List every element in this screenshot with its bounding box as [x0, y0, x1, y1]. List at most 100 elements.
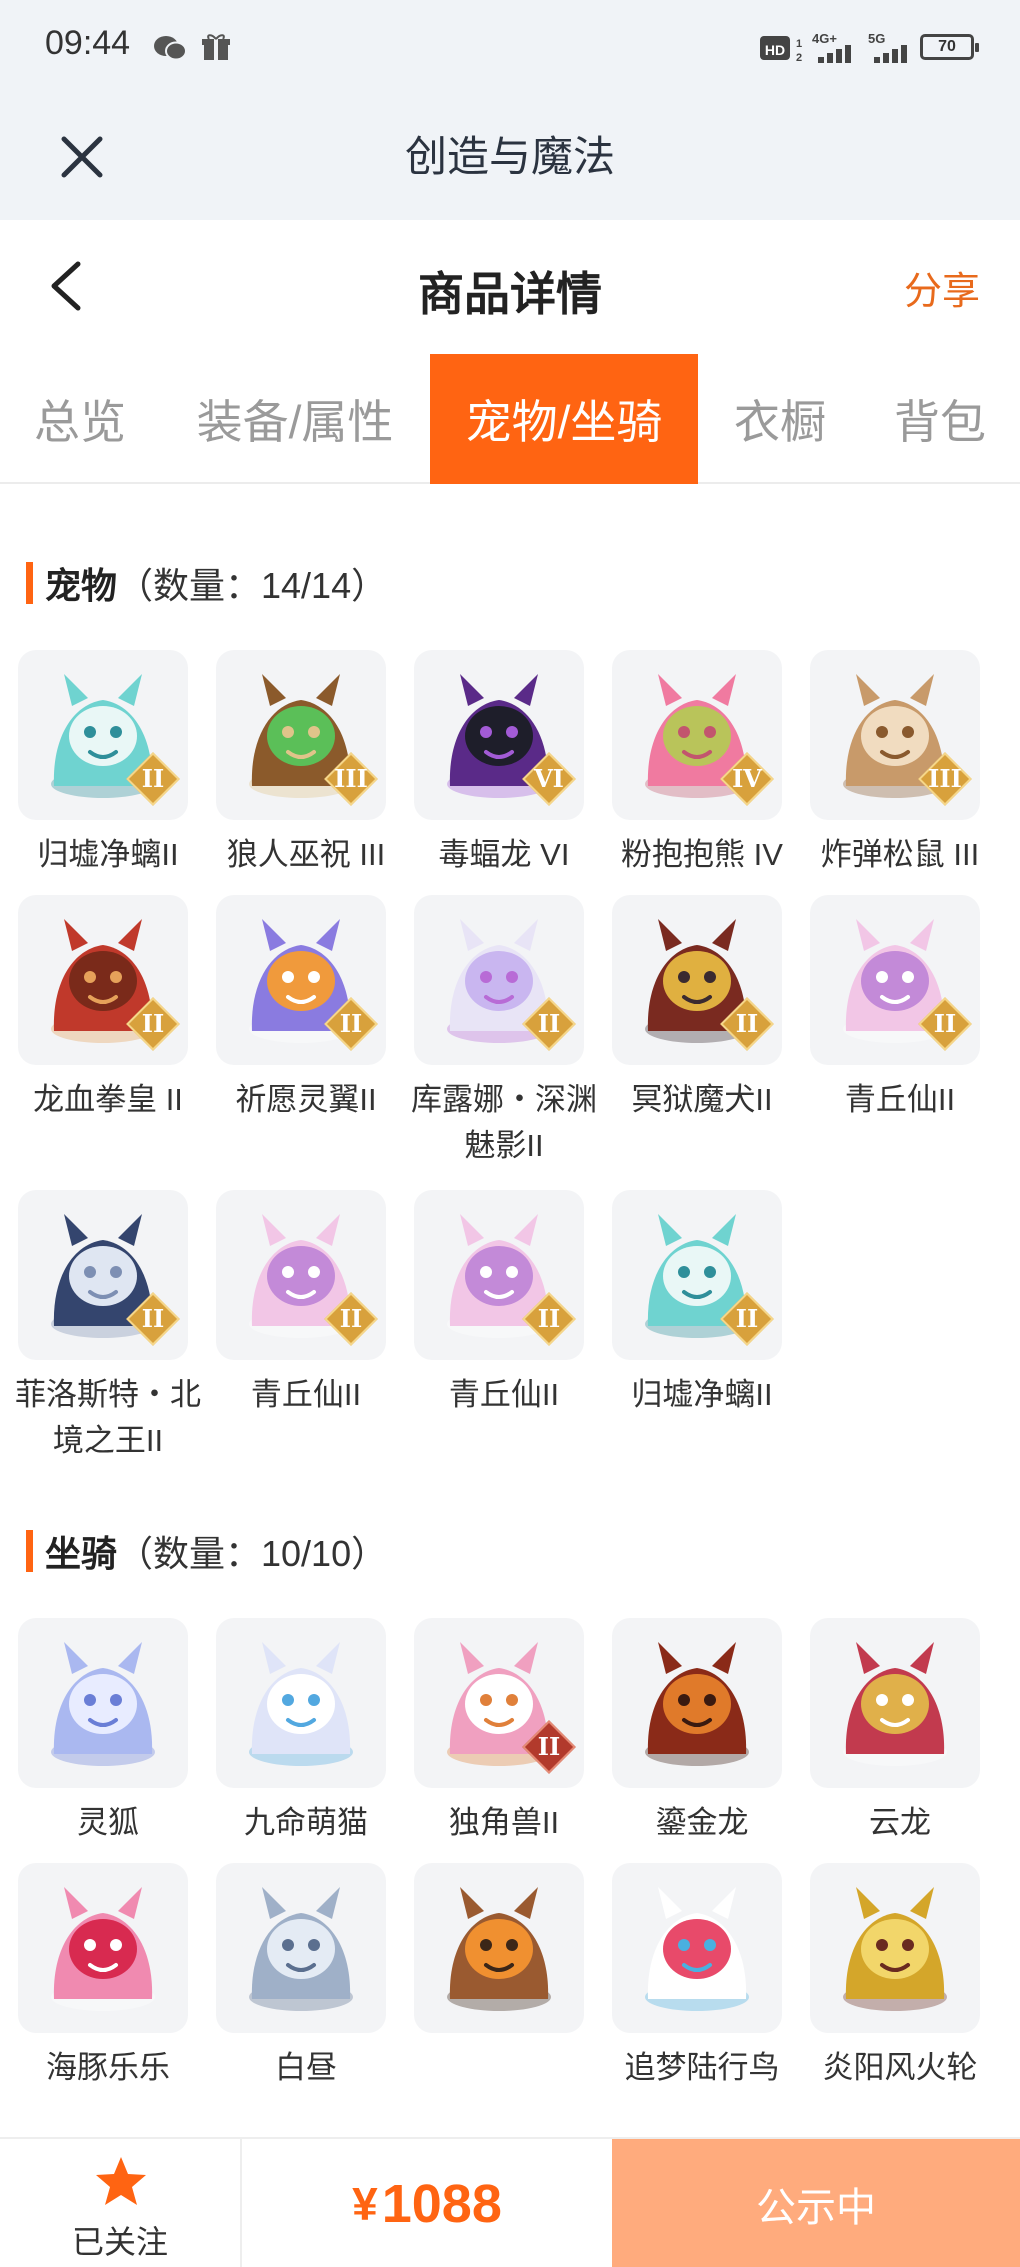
item-name: 鎏金龙: [655, 1805, 749, 1840]
item-thumbnail[interactable]: VI: [414, 650, 584, 820]
status-time: 09:44: [45, 24, 131, 62]
tier-label: VI: [534, 764, 564, 793]
mounts-count: （数量：10/10）: [117, 1533, 388, 1574]
tier-label: II: [735, 1009, 759, 1038]
item-thumbnail[interactable]: II: [414, 1190, 584, 1360]
item-thumbnail[interactable]: [810, 1863, 980, 2033]
item-name: 青丘仙II: [250, 1377, 362, 1412]
item-name: 灵狐: [77, 1805, 139, 1840]
item-thumbnail[interactable]: II: [216, 895, 386, 1065]
svg-text:4G+: 4G+: [812, 31, 837, 46]
item-thumbnail[interactable]: [216, 1863, 386, 2033]
pets-title: 宠物: [45, 565, 118, 606]
tab-bar: 总览 装备/属性 宠物/坐骑 衣橱 背包: [0, 354, 1020, 484]
tier-label: II: [141, 1009, 165, 1038]
tier-label: II: [141, 1304, 165, 1333]
gift-icon: [198, 30, 234, 66]
tier-badge: III: [918, 752, 972, 806]
tier-label: IV: [732, 764, 762, 793]
item-thumbnail[interactable]: [612, 1618, 782, 1788]
currency-symbol: ¥: [352, 2178, 378, 2230]
tier-label: II: [537, 1009, 561, 1038]
item-name: 菲洛斯特・北境之王II: [15, 1377, 201, 1458]
item-thumbnail[interactable]: III: [216, 650, 386, 820]
tier-label: II: [735, 1304, 759, 1333]
tab-equipment[interactable]: 装备/属性: [170, 354, 420, 484]
follow-label: 已关注: [71, 2224, 168, 2260]
tier-label: II: [933, 1009, 957, 1038]
item-name: 毒蝠龙 VI: [438, 837, 570, 872]
item-name: 冥狱魔犬II: [631, 1082, 773, 1117]
mounts-title: 坐骑: [45, 1533, 118, 1574]
creature-image: [843, 1887, 947, 2011]
item-name: 狼人巫祝 III: [226, 837, 386, 872]
item-name: 独角兽II: [448, 1805, 560, 1840]
tier-badge: II: [720, 997, 774, 1051]
item-name: 追梦陆行鸟: [624, 2050, 780, 2085]
public-status-button[interactable]: 公示中: [612, 2139, 1020, 2267]
item-thumbnail[interactable]: II: [216, 1190, 386, 1360]
pets-section-title: 宠物 （数量：14/14）: [26, 558, 387, 608]
tab-wardrobe[interactable]: 衣橱: [700, 354, 860, 484]
tier-label: III: [334, 764, 368, 793]
bottom-bar: 已关注 ¥ 1088 公示中: [0, 2137, 1020, 2267]
item-thumbnail[interactable]: II: [414, 895, 584, 1065]
tier-badge: II: [126, 752, 180, 806]
item-thumbnail[interactable]: IV: [612, 650, 782, 820]
item-thumbnail[interactable]: [18, 1618, 188, 1788]
tab-overview[interactable]: 总览: [0, 354, 160, 484]
item-thumbnail[interactable]: II: [612, 1190, 782, 1360]
share-button[interactable]: 分享: [904, 260, 980, 315]
item-thumbnail[interactable]: II: [18, 895, 188, 1065]
price-value: 1088: [381, 2174, 502, 2234]
tier-badge: II: [522, 1292, 576, 1346]
tier-label: II: [537, 1732, 561, 1761]
item-name: 粉抱抱熊 IV: [621, 837, 783, 872]
mounts-section-title: 坐骑 （数量：10/10）: [26, 1526, 387, 1576]
item-name: 青丘仙II: [844, 1082, 956, 1117]
item-thumbnail[interactable]: [612, 1863, 782, 2033]
tier-label: II: [339, 1304, 363, 1333]
creature-image: [51, 1642, 155, 1766]
item-name: 祈愿灵翼II: [235, 1082, 377, 1117]
item-thumbnail[interactable]: III: [810, 650, 980, 820]
svg-text:1: 1: [796, 38, 802, 50]
item-thumbnail[interactable]: II: [612, 895, 782, 1065]
page-header: 商品详情 分享: [0, 220, 1020, 354]
item-name: 龙血拳皇 II: [33, 1082, 183, 1117]
creature-image: [645, 1642, 749, 1766]
tier-badge: II: [522, 997, 576, 1051]
item-thumbnail[interactable]: [810, 1618, 980, 1788]
creature-image: [249, 1887, 353, 2011]
item-name: 青丘仙II: [448, 1377, 560, 1412]
creature-image: [843, 1642, 947, 1766]
item-name: 归墟净螭II: [631, 1377, 773, 1412]
item-thumbnail[interactable]: [414, 1863, 584, 2033]
item-thumbnail[interactable]: II: [18, 1190, 188, 1360]
tab-backpack[interactable]: 背包: [860, 354, 1020, 484]
tier-badge: VI: [522, 752, 576, 806]
svg-text:5G: 5G: [868, 31, 885, 46]
item-name: 白昼: [275, 2050, 337, 2085]
item-thumbnail[interactable]: [18, 1863, 188, 2033]
tab-pets-mounts[interactable]: 宠物/坐骑: [430, 354, 698, 484]
star-icon: [96, 2157, 146, 2205]
item-name: 炎阳风火轮: [822, 2050, 978, 2085]
tier-label: II: [339, 1009, 363, 1038]
creature-image: [249, 1642, 353, 1766]
item-name: 归墟净螭II: [37, 837, 179, 872]
tier-badge: IV: [720, 752, 774, 806]
item-name: 九命萌猫: [244, 1805, 368, 1840]
tier-badge: II: [918, 997, 972, 1051]
item-thumbnail[interactable]: II: [414, 1618, 584, 1788]
tier-badge: II: [126, 1292, 180, 1346]
tier-label: II: [537, 1304, 561, 1333]
tier-label: III: [928, 764, 962, 793]
item-thumbnail[interactable]: [216, 1618, 386, 1788]
signal-4g-icon: 4G+: [812, 30, 868, 66]
item-thumbnail[interactable]: II: [18, 650, 188, 820]
tier-badge: II: [324, 1292, 378, 1346]
tier-badge: II: [324, 997, 378, 1051]
follow-button[interactable]: 已关注: [0, 2139, 242, 2267]
item-thumbnail[interactable]: II: [810, 895, 980, 1065]
